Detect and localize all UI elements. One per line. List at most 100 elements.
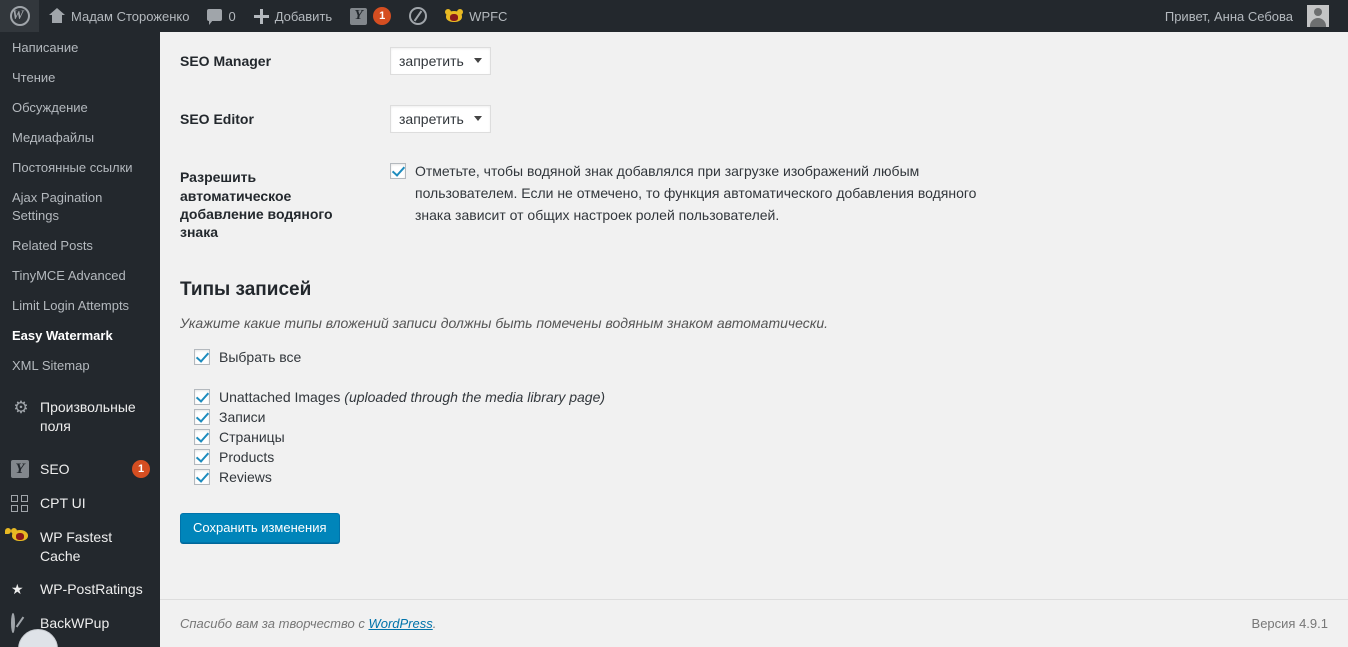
- post-type-unattached-images-checkbox[interactable]: [194, 389, 210, 406]
- list-item: Страницы: [194, 429, 1328, 446]
- post-type-label[interactable]: Products: [219, 449, 274, 465]
- post-type-label[interactable]: Записи: [219, 409, 265, 425]
- post-type-products-checkbox[interactable]: [194, 449, 210, 466]
- table-row: Разрешить автоматическое добавление водя…: [180, 148, 1328, 261]
- sidebar-item-custom-fields[interactable]: ⚙ Произвольные поля: [0, 391, 160, 443]
- select-all-checkbox[interactable]: [194, 349, 210, 366]
- sidebar-separator: [0, 381, 160, 391]
- wordpress-logo-icon: W: [10, 6, 30, 26]
- table-row: SEO Editor запретить: [180, 90, 1328, 148]
- seo-editor-label: SEO Editor: [180, 111, 254, 128]
- gear-icon: ⚙: [13, 398, 29, 417]
- post-type-label[interactable]: Unattached Images (uploaded through the …: [219, 389, 605, 405]
- wordpress-admin-screen: W Мадам Стороженко 0 Добавить Y 1 WPFC П…: [0, 0, 1348, 647]
- settings-form: SEO Manager запретить SEO Editor запрети…: [160, 32, 1348, 544]
- post-types-checkbox-group: Unattached Images (uploaded through the …: [194, 389, 1328, 486]
- seo-manager-cell: запретить: [380, 32, 1328, 90]
- sidebar-item-easy-watermark[interactable]: Easy Watermark: [0, 321, 160, 351]
- seo-manager-label: SEO Manager: [180, 53, 272, 69]
- footer-thanks-suffix: .: [432, 616, 437, 631]
- sidebar-item-ajax-pagination-settings[interactable]: Ajax Pagination Settings: [0, 183, 160, 231]
- sidebar-item-permalinks[interactable]: Постоянные ссылки: [0, 153, 160, 183]
- seo-manager-select[interactable]: запретить: [390, 47, 491, 75]
- sidebar-item-seo[interactable]: Y SEO 1: [0, 453, 160, 487]
- seo-manager-select-wrap: запретить: [390, 47, 491, 75]
- sidebar-item-label: WP-PostRatings: [40, 581, 143, 597]
- auto-watermark-description: Отметьте, чтобы водяной знак добавлялся …: [415, 163, 977, 223]
- sidebar-item-reading[interactable]: Чтение: [0, 63, 160, 93]
- seo-editor-select[interactable]: запретить: [390, 105, 491, 134]
- yoast-seo-icon: Y: [350, 7, 368, 25]
- wpfc-label: WPFC: [469, 8, 508, 24]
- comments-button[interactable]: 0: [198, 0, 244, 32]
- auto-watermark-checkbox[interactable]: [390, 163, 406, 180]
- post-type-note: (uploaded through the media library page…: [344, 389, 606, 406]
- wordpress-logo-button[interactable]: W: [0, 0, 39, 32]
- cpt-ui-grid-icon: [11, 494, 31, 514]
- sidebar-item-discussion[interactable]: Обсуждение: [0, 93, 160, 123]
- new-content-button[interactable]: Добавить: [245, 0, 341, 32]
- post-type-label[interactable]: Страницы: [219, 429, 285, 445]
- seo-notification-badge: 1: [132, 460, 150, 478]
- footer-thanks: Спасибо вам за творчество с WordPress.: [180, 616, 436, 631]
- admin-footer: Спасибо вам за творчество с WordPress. В…: [160, 599, 1348, 647]
- star-icon: ★: [11, 581, 24, 597]
- select-all-label[interactable]: Выбрать все: [219, 349, 301, 365]
- yoast-seo-icon: Y: [11, 460, 31, 480]
- auto-watermark-field: Отметьте, чтобы водяной знак добавлялся …: [390, 163, 1318, 226]
- sidebar-item-label: Произвольные поля: [40, 399, 136, 434]
- wp-fastest-cache-icon: [5, 528, 31, 548]
- seo-editor-select-wrap: запретить: [390, 105, 491, 134]
- save-changes-button[interactable]: Сохранить изменения: [180, 513, 340, 544]
- list-item: Unattached Images (uploaded through the …: [194, 389, 1328, 406]
- sidebar-item-wp-fastest-cache[interactable]: WP Fastest Cache: [0, 521, 160, 573]
- auto-watermark-label: Разрешить автоматическое добавление водя…: [180, 169, 333, 240]
- sidebar-item-limit-login-attempts[interactable]: Limit Login Attempts: [0, 291, 160, 321]
- settings-submenu: Написание Чтение Обсуждение Медиафайлы П…: [0, 32, 160, 381]
- sidebar-item-label: CPT UI: [40, 495, 86, 511]
- yoast-notification-badge: 1: [373, 7, 392, 25]
- post-type-label[interactable]: Reviews: [219, 469, 272, 485]
- backwpup-button[interactable]: [400, 0, 436, 32]
- select-all-row: Выбрать все: [194, 349, 1328, 366]
- sidebar-separator: [0, 443, 160, 453]
- main-content: SEO Manager запретить SEO Editor запрети…: [160, 32, 1348, 647]
- sidebar-item-related-posts[interactable]: Related Posts: [0, 231, 160, 261]
- auto-watermark-cell: Отметьте, чтобы водяной знак добавлялся …: [380, 148, 1328, 261]
- post-types-description: Укажите какие типы вложений записи должн…: [180, 315, 829, 332]
- yoast-seo-button[interactable]: Y 1: [341, 0, 400, 32]
- backwpup-icon: [409, 7, 428, 25]
- admin-bar-right-group: Привет, Анна Себова: [1156, 0, 1348, 32]
- list-item: Записи: [194, 409, 1328, 426]
- comments-count: 0: [228, 8, 236, 24]
- sidebar-item-media[interactable]: Медиафайлы: [0, 123, 160, 153]
- post-type-pages-checkbox[interactable]: [194, 429, 210, 446]
- home-icon: [48, 8, 65, 24]
- sidebar-item-cpt-ui[interactable]: CPT UI: [0, 487, 160, 521]
- footer-thanks-prefix: Спасибо вам за творчество с: [180, 616, 369, 631]
- roles-settings-table: SEO Manager запретить SEO Editor запрети…: [180, 32, 1328, 261]
- post-type-reviews-checkbox[interactable]: [194, 469, 210, 486]
- sidebar-item-xml-sitemap[interactable]: XML Sitemap: [0, 351, 160, 381]
- avatar-icon: [1307, 5, 1329, 27]
- sidebar-item-tinymce-advanced[interactable]: TinyMCE Advanced: [0, 261, 160, 291]
- sidebar-item-label: BackWPup: [40, 615, 110, 631]
- new-content-label: Добавить: [274, 8, 333, 24]
- list-item: Reviews: [194, 469, 1328, 486]
- post-type-posts-checkbox[interactable]: [194, 409, 210, 426]
- wordpress-link[interactable]: WordPress: [368, 616, 432, 631]
- admin-bar: W Мадам Стороженко 0 Добавить Y 1 WPFC П…: [0, 0, 1348, 32]
- wp-fastest-cache-button[interactable]: WPFC: [436, 0, 516, 32]
- greeting-label: Привет, Анна Себова: [1164, 8, 1293, 24]
- seo-editor-cell: запретить: [380, 90, 1328, 148]
- admin-bar-left-group: W Мадам Стороженко 0 Добавить Y 1 WPFC: [0, 0, 516, 32]
- wp-fastest-cache-icon: [445, 8, 464, 24]
- table-row: SEO Manager запретить: [180, 32, 1328, 90]
- sidebar-item-wp-postratings[interactable]: ★ WP-PostRatings: [0, 573, 160, 607]
- comment-bubble-icon: [207, 9, 223, 25]
- my-account-menu[interactable]: Привет, Анна Себова: [1156, 0, 1338, 32]
- site-name-menu[interactable]: Мадам Стороженко: [39, 0, 198, 32]
- wordpress-version: Версия 4.9.1: [1251, 616, 1328, 631]
- post-types-title: Типы записей: [180, 279, 312, 301]
- sidebar-item-writing[interactable]: Написание: [0, 33, 160, 63]
